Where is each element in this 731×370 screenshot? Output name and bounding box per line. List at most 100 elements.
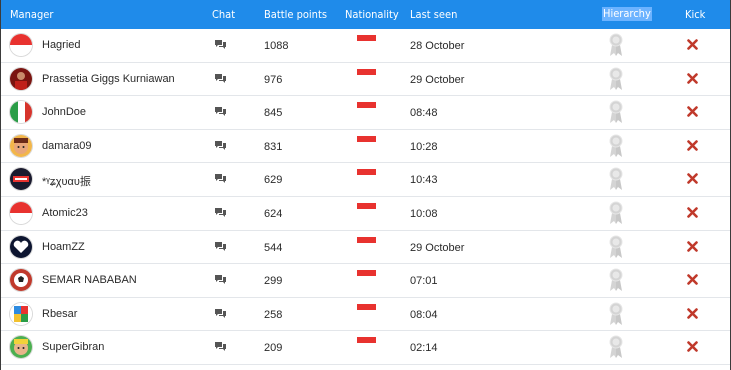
column-header-chat[interactable]: Chat	[212, 8, 235, 21]
chat-icon[interactable]	[214, 241, 227, 252]
last-seen-value: 02:14	[410, 342, 438, 355]
kick-x-icon[interactable]	[687, 240, 698, 252]
manager-name[interactable]: JohnDoe	[42, 106, 86, 118]
chat-icon[interactable]	[214, 140, 227, 151]
kick-x-icon[interactable]	[687, 106, 698, 117]
cartoon-green-avatar[interactable]	[10, 336, 32, 359]
indonesia-flag-icon	[357, 35, 376, 46]
chat-icon[interactable]	[214, 106, 227, 117]
indonesia-flag-icon	[357, 303, 376, 315]
hierarchy-medal-icon[interactable]	[608, 201, 624, 225]
hierarchy-medal-icon[interactable]	[608, 33, 624, 57]
manager-name[interactable]: SEMAR NABABAN	[42, 274, 137, 286]
battle-points-value: 1088	[264, 40, 289, 52]
manager-name[interactable]: Hagried	[42, 39, 81, 51]
chat-icon[interactable]	[214, 39, 227, 50]
last-seen-value: 07:01	[410, 275, 438, 288]
hierarchy-medal-icon[interactable]	[608, 302, 624, 326]
battle-points-value: 624	[264, 207, 283, 220]
hierarchy-medal-icon[interactable]	[608, 268, 624, 292]
last-seen-value: 29 October	[410, 73, 465, 86]
kick-x-icon[interactable]	[687, 341, 698, 353]
table-header: Manager Chat Battle points Nationality L…	[1, 0, 730, 29]
kick-x-icon[interactable]	[687, 39, 698, 50]
hierarchy-medal-icon[interactable]	[608, 100, 624, 124]
indonesia-flag-icon	[357, 135, 376, 147]
hierarchy-medal-icon[interactable]	[608, 134, 624, 158]
last-seen-value: 08:04	[410, 308, 438, 321]
chat-icon[interactable]	[214, 207, 227, 218]
chat-icon[interactable]	[214, 73, 227, 84]
battle-points-value: 209	[264, 342, 283, 355]
last-seen-value: 10:08	[410, 207, 438, 220]
chat-icon[interactable]	[214, 274, 227, 285]
hierarchy-medal-icon[interactable]	[608, 67, 624, 91]
dark-heart-avatar[interactable]	[10, 235, 32, 258]
kick-x-icon[interactable]	[687, 274, 698, 285]
kick-x-icon[interactable]	[687, 72, 698, 84]
last-seen-value: 28 October	[410, 40, 465, 52]
kick-x-icon[interactable]	[687, 139, 698, 151]
table-row: SEMAR NABABAN 299 07:01	[1, 264, 730, 298]
player-photo-avatar[interactable]	[10, 67, 32, 90]
chat-icon[interactable]	[214, 341, 227, 352]
battle-points-value: 299	[264, 275, 283, 288]
indonesia-flag-avatar[interactable]	[10, 201, 32, 224]
table-row: Atomic23 624 10:08	[1, 197, 730, 231]
table-row: damara09 831 10:28	[1, 130, 730, 164]
dark-crest-avatar[interactable]	[10, 168, 32, 191]
table-row: Hagried 1088 28 October	[1, 29, 730, 63]
kick-x-icon[interactable]	[687, 207, 698, 218]
cartoon-face-avatar[interactable]	[10, 134, 32, 157]
battle-points-value: 544	[264, 241, 283, 254]
hierarchy-medal-icon[interactable]	[608, 235, 624, 259]
indonesia-flag-icon	[357, 169, 376, 181]
battle-points-value: 831	[264, 140, 283, 153]
table-row: SuperGibran 209 02:14	[1, 331, 730, 365]
last-seen-value: 29 October	[410, 241, 465, 254]
manager-name[interactable]: SuperGibran	[42, 341, 104, 353]
column-header-kick[interactable]: Kick	[685, 8, 705, 21]
hierarchy-medal-icon[interactable]	[608, 335, 624, 359]
manager-name[interactable]: Prassetia Giggs Kurniawan	[42, 73, 175, 85]
chat-icon[interactable]	[214, 308, 227, 319]
battle-points-value: 629	[264, 174, 283, 187]
members-table-body: Hagried 1088 28 October Prassetia Giggs Kur…	[1, 29, 730, 365]
table-row: HoamZZ 544 29 October	[1, 231, 730, 265]
kick-x-icon[interactable]	[687, 307, 698, 319]
indonesia-flag-icon	[357, 68, 376, 80]
football-avatar[interactable]	[10, 269, 32, 292]
manager-name[interactable]: HoamZZ	[42, 241, 85, 253]
indonesia-flag-icon	[357, 102, 376, 114]
last-seen-value: 10:43	[410, 174, 438, 187]
column-header-hierarchy[interactable]: Hierarchy	[602, 7, 652, 21]
hierarchy-medal-icon[interactable]	[608, 167, 624, 191]
last-seen-value: 08:48	[410, 107, 438, 120]
table-row: Rbesar 258 08:04	[1, 298, 730, 332]
colorful-logo-avatar[interactable]	[10, 302, 32, 325]
table-row: JohnDoe 845 08:48	[1, 96, 730, 130]
indonesia-flag-icon	[357, 337, 376, 349]
table-row: *ᵞʑχυαυ振 629 10:43	[1, 163, 730, 197]
indonesia-flag-avatar[interactable]	[10, 34, 32, 56]
squad-members-panel: Manager Chat Battle points Nationality L…	[0, 0, 731, 370]
indonesia-flag-icon	[357, 202, 376, 214]
kick-x-icon[interactable]	[687, 173, 698, 185]
battle-points-value: 258	[264, 308, 283, 321]
manager-name[interactable]: damara09	[42, 140, 92, 152]
italy-flag-avatar[interactable]	[10, 101, 32, 124]
manager-name[interactable]: Rbesar	[42, 308, 77, 320]
manager-name[interactable]: *ᵞʑχυαυ振	[42, 173, 91, 189]
indonesia-flag-icon	[357, 270, 376, 282]
manager-name[interactable]: Atomic23	[42, 207, 88, 219]
table-row: Prassetia Giggs Kurniawan 976 29 October	[1, 63, 730, 97]
column-header-battle-points[interactable]: Battle points	[264, 8, 327, 21]
column-header-last-seen[interactable]: Last seen	[410, 8, 457, 21]
battle-points-value: 976	[264, 73, 283, 86]
last-seen-value: 10:28	[410, 140, 438, 153]
chat-icon[interactable]	[214, 173, 227, 184]
column-header-nationality[interactable]: Nationality	[345, 8, 399, 21]
column-header-manager[interactable]: Manager	[10, 8, 53, 21]
battle-points-value: 845	[264, 107, 283, 120]
indonesia-flag-icon	[357, 236, 376, 248]
